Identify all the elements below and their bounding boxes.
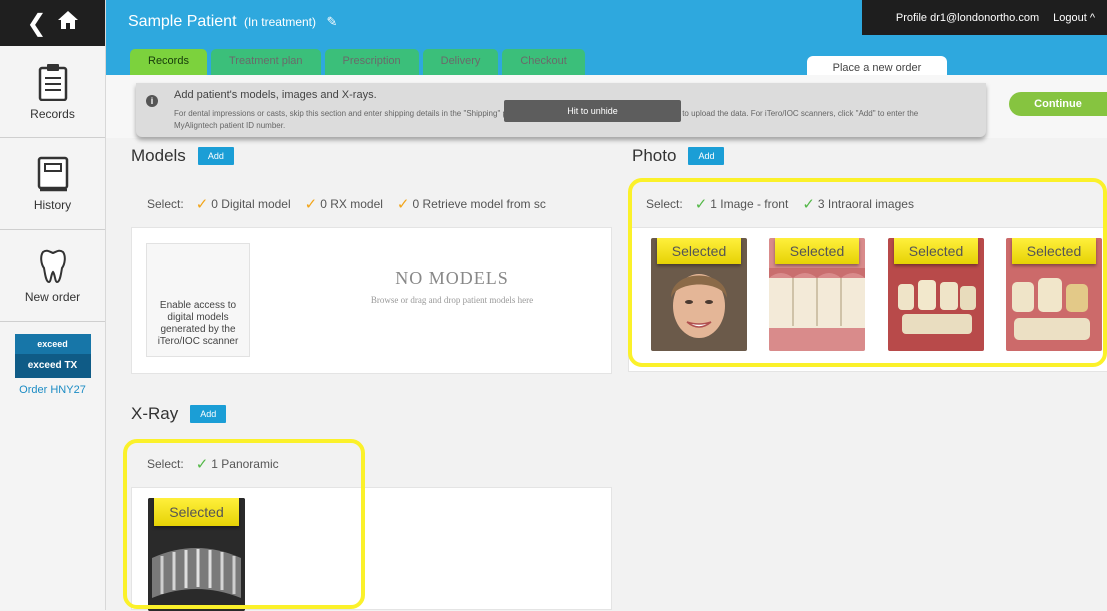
select-option-intraoral-images[interactable]: ✓ 3 Intraoral images: [802, 195, 914, 213]
continue-button[interactable]: Continue: [1009, 92, 1107, 116]
photo-select-row: Select: ✓ 1 Image - front ✓ 3 Intraoral im…: [646, 195, 928, 213]
models-add-button[interactable]: Add: [197, 147, 234, 165]
exceed-logo-line1: exceed: [37, 339, 68, 349]
xray-section-title: X-Ray Add: [131, 404, 227, 424]
models-select-row: Select: ✓ 0 Digital model ✓ 0 RX model ✓ 0 …: [147, 195, 607, 213]
photo-thumbnail-face[interactable]: Selected: [651, 238, 747, 351]
option-label: 0 Retrieve model from sc: [412, 197, 546, 211]
order-link[interactable]: Order HNY27: [19, 384, 86, 396]
select-label: Select:: [646, 197, 683, 211]
back-arrow-icon[interactable]: ❮: [26, 9, 46, 38]
patient-status: (In treatment): [243, 15, 316, 29]
no-models-subtitle: Browse or drag and drop patient models h…: [370, 295, 534, 305]
selected-badge: Selected: [775, 238, 859, 264]
photo-thumbnail-intraoral-3[interactable]: Selected: [1006, 238, 1102, 351]
photo-section-title: Photo Add: [632, 146, 725, 166]
info-bar: i Add patient's models, images and X-ray…: [106, 75, 1107, 138]
sidebar-item-history[interactable]: History: [0, 138, 105, 230]
sidebar-item-label: New order: [24, 289, 81, 304]
sidebar-item-new-order[interactable]: New order: [0, 230, 105, 322]
selected-badge: Selected: [657, 238, 741, 264]
photo-thumbnail-intraoral-1[interactable]: Selected: [769, 238, 865, 351]
models-title: Models: [131, 146, 186, 165]
info-title: Add patient's models, images and X-rays.: [174, 89, 377, 101]
info-panel: i Add patient's models, images and X-ray…: [136, 83, 986, 137]
exceed-logo-line2: exceed TX: [14, 354, 91, 378]
xray-title: X-Ray: [131, 404, 179, 423]
sidebar-top-bar: ❮: [0, 0, 105, 46]
tab-checkout[interactable]: Checkout: [502, 49, 585, 75]
itero-access-text: Enable access to digital models generate…: [157, 300, 239, 347]
models-dropzone[interactable]: Enable access to digital models generate…: [131, 227, 612, 374]
selected-badge: Selected: [154, 498, 239, 526]
exceed-logo: exceed exceed TX: [14, 334, 91, 378]
photo-add-button[interactable]: Add: [688, 147, 725, 165]
photo-title: Photo: [632, 146, 677, 165]
option-label: 3 Intraoral images: [817, 197, 914, 211]
xray-gallery: Selected: [131, 487, 612, 611]
photo-gallery: Selected Selected Selected Selected: [628, 227, 1107, 372]
check-icon: ✓: [396, 196, 410, 213]
home-icon[interactable]: [57, 9, 79, 37]
tab-bar: Records Treatment plan Prescription Deli…: [130, 49, 589, 75]
sidebar-item-label: Records: [30, 106, 75, 121]
logout-link[interactable]: Logout ^: [1053, 12, 1095, 24]
tooth-icon: [39, 249, 66, 283]
xray-thumbnail-panoramic[interactable]: Selected: [148, 498, 245, 611]
tab-treatment-plan[interactable]: Treatment plan: [210, 49, 321, 75]
option-label: 1 Image - front: [710, 197, 789, 211]
option-label: 1 Panoramic: [211, 457, 279, 471]
option-label: 0 Digital model: [211, 197, 291, 211]
selected-badge: Selected: [1012, 238, 1096, 264]
select-label: Select:: [147, 197, 184, 211]
patient-name: Sample Patient: [128, 13, 237, 30]
sidebar-item-records[interactable]: Records: [0, 46, 105, 138]
info-icon: i: [146, 95, 158, 107]
account-bar: Profile dr1@londonortho.com Logout ^: [862, 0, 1107, 35]
select-option-retrieve-model[interactable]: ✓ 0 Retrieve model from sc: [397, 195, 546, 213]
photo-thumbnail-intraoral-2[interactable]: Selected: [888, 238, 984, 351]
edit-pencil-icon[interactable]: ✎: [326, 14, 337, 29]
exceed-promo[interactable]: exceed exceed TX Order HNY27: [0, 322, 105, 396]
clipboard-icon: [38, 63, 67, 101]
header: Sample Patient (In treatment) ✎ Profile …: [106, 0, 1107, 78]
select-option-panoramic[interactable]: ✓ 1 Panoramic: [196, 455, 279, 473]
select-label: Select:: [147, 457, 184, 471]
check-icon: ✓: [195, 196, 209, 213]
tab-prescription[interactable]: Prescription: [324, 49, 419, 75]
no-models-placeholder: NO MODELS Browse or drag and drop patien…: [332, 268, 572, 305]
selected-badge: Selected: [894, 238, 978, 264]
check-icon: ✓: [304, 196, 318, 213]
select-option-digital-model[interactable]: ✓ 0 Digital model: [196, 195, 291, 213]
profile-link[interactable]: Profile dr1@londonortho.com: [896, 12, 1039, 24]
no-models-title: NO MODELS: [395, 268, 509, 288]
sidebar-item-label: History: [33, 197, 72, 212]
models-section-title: Models Add: [131, 146, 234, 166]
check-icon: ✓: [694, 196, 708, 213]
book-icon: [37, 156, 68, 191]
select-option-rx-model[interactable]: ✓ 0 RX model: [305, 195, 383, 213]
xray-select-row: Select: ✓ 1 Panoramic: [147, 455, 293, 473]
hit-to-unhide-button[interactable]: Hit to unhide: [504, 100, 681, 122]
check-icon: ✓: [802, 196, 815, 213]
itero-access-card[interactable]: Enable access to digital models generate…: [146, 243, 250, 357]
check-icon: ✓: [195, 456, 209, 473]
select-option-image-front[interactable]: ✓ 1 Image - front: [695, 195, 789, 213]
patient-title: Sample Patient (In treatment) ✎: [128, 13, 337, 31]
xray-add-button[interactable]: Add: [190, 405, 227, 423]
option-label: 0 RX model: [320, 197, 383, 211]
tab-records[interactable]: Records: [130, 49, 207, 75]
sidebar: ❮ Records History New order exceed excee…: [0, 0, 106, 610]
tab-delivery[interactable]: Delivery: [422, 49, 499, 75]
